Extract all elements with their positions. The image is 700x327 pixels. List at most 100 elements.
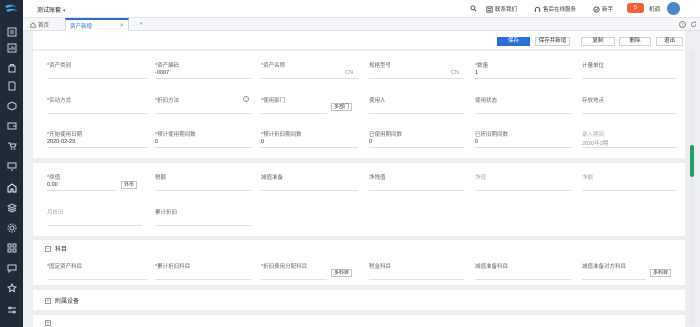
tax-account-label: 税金科目 [369,264,392,270]
monitor-icon[interactable] [6,160,17,171]
field-underline [582,190,677,191]
settings-sliders-icon[interactable] [6,304,17,315]
asset-code-label: *资产编码 [155,63,180,69]
scrollbar-thumb[interactable] [690,145,694,177]
machine-link[interactable]: 机调 [649,5,660,13]
field-underline [369,113,464,114]
user-label: 使用人 [369,98,386,104]
notification-badge[interactable]: 5 [627,3,644,13]
refresh-icon[interactable] [690,21,697,28]
multi-department-button[interactable]: 多部门 [331,103,353,111]
headset-icon [534,6,541,12]
dep-expense-account-label: *折旧费用分配科目 [261,264,308,270]
start-date-label: *开始使用日期 [47,132,83,138]
fixed-asset-account-label: *固定资产科目 [47,264,83,270]
field-underline [475,78,571,79]
machine-label: 机调 [649,7,661,13]
field-underline [475,113,571,114]
home-icon [30,21,36,28]
acquire-method-label: *实动方式 [47,98,72,104]
entry-period-value: 2020年2期 [582,141,609,147]
field-underline [155,113,251,114]
next-section-header[interactable]: + [45,320,51,326]
collapse-icon[interactable]: − [45,245,51,252]
bag-icon[interactable] [6,62,17,73]
gear-icon[interactable] [6,222,17,233]
field-underline [261,279,327,280]
help-icon[interactable]: ? [243,96,249,102]
field-underline [155,147,251,148]
used-periods-value[interactable]: 0 [369,139,372,145]
help-icon[interactable]: ? [679,21,686,28]
language-suffix: CN [345,70,353,76]
expand-icon[interactable]: + [45,320,51,326]
expected-periods-value[interactable]: 0 [155,139,158,145]
multi-account-button[interactable]: 多科目 [331,269,353,277]
field-underline [582,78,677,79]
save-button[interactable]: 保存 [497,37,530,46]
save-and-new-button[interactable]: 保存并新增 [535,37,570,46]
monthly-depreciation-label: 月折旧 [47,210,64,216]
multi-account-button[interactable]: 多科目 [650,269,672,277]
sidebar [0,0,23,327]
delete-button[interactable]: 删除 [619,37,651,46]
net-value-label: 净值 [475,175,487,181]
account-set-name: 测试账套 [37,8,62,14]
field-underline [369,78,464,79]
field-underline [582,113,677,114]
top-bar: 测试账套 ▾ 联系我们 售后在线服务 新手 5 机调 [23,0,700,18]
accounts-section-header[interactable]: − 科目 [45,244,67,253]
field-underline [155,190,251,191]
newbie-label: 新手 [602,7,614,13]
wallet-icon[interactable] [6,120,17,131]
expand-icon[interactable]: + [45,297,51,304]
cart-icon[interactable] [6,140,17,151]
asset-icon[interactable] [6,182,17,193]
expected-dep-periods-value[interactable]: 0 [261,139,264,145]
star-icon[interactable] [6,282,17,293]
foreign-currency-button[interactable]: 外币 [121,181,138,189]
field-underline [475,279,571,280]
box-icon[interactable] [6,100,17,111]
copy-button[interactable]: 复制 [581,37,615,46]
close-icon[interactable]: ✕ [119,23,124,29]
field-underline [369,190,464,191]
field-underline [47,190,117,191]
asset-code-value[interactable]: -0007 [155,70,169,76]
menu-list-icon[interactable] [6,26,17,37]
avatar[interactable] [667,2,680,15]
field-underline [47,78,147,79]
newbie-guide-link[interactable]: 新手 [593,5,613,13]
after-sales-service-link[interactable]: 售后在线服务 [534,5,576,13]
tab-asset-add[interactable]: 资产新增 ✕ [65,18,129,31]
field-underline [475,190,571,191]
after-sales-service-label: 售后在线服务 [543,7,577,13]
equipment-section-title: 附属设备 [55,299,80,305]
contact-icon [486,5,493,13]
start-date-value[interactable]: 2020-02-29 [47,139,75,145]
expected-periods-label: *预计使用期间数 [155,132,196,138]
quantity-value[interactable]: 1 [475,70,478,76]
field-underline [155,225,251,226]
vertical-scrollbar[interactable] [690,53,694,323]
tab-dropdown-icon[interactable]: ▾ [140,21,143,27]
account-set-selector[interactable]: 测试账套 ▾ [37,5,66,14]
chart-icon[interactable] [6,42,17,53]
document-icon[interactable] [6,80,17,91]
layers-icon[interactable] [6,202,17,213]
original-value-value[interactable]: 0.00 [47,182,58,188]
search-button[interactable] [470,5,477,12]
grid-icon[interactable] [6,242,17,253]
exit-button[interactable]: 退出 [656,37,683,46]
residual-value-label: 净残值 [369,175,386,181]
message-icon[interactable] [6,262,17,273]
field-underline [582,279,646,280]
field-underline [47,147,147,148]
contact-us-link[interactable]: 联系我们 [486,5,517,13]
equipment-section-header[interactable]: + 附属设备 [45,296,79,305]
field-underline [155,78,251,79]
spec-model-label: 规格型号 [369,63,392,69]
entry-period-label: 录入期间 [582,132,605,138]
tab-home[interactable]: 首页 [26,18,53,31]
dep-periods-done-value[interactable]: 0 [475,139,478,145]
